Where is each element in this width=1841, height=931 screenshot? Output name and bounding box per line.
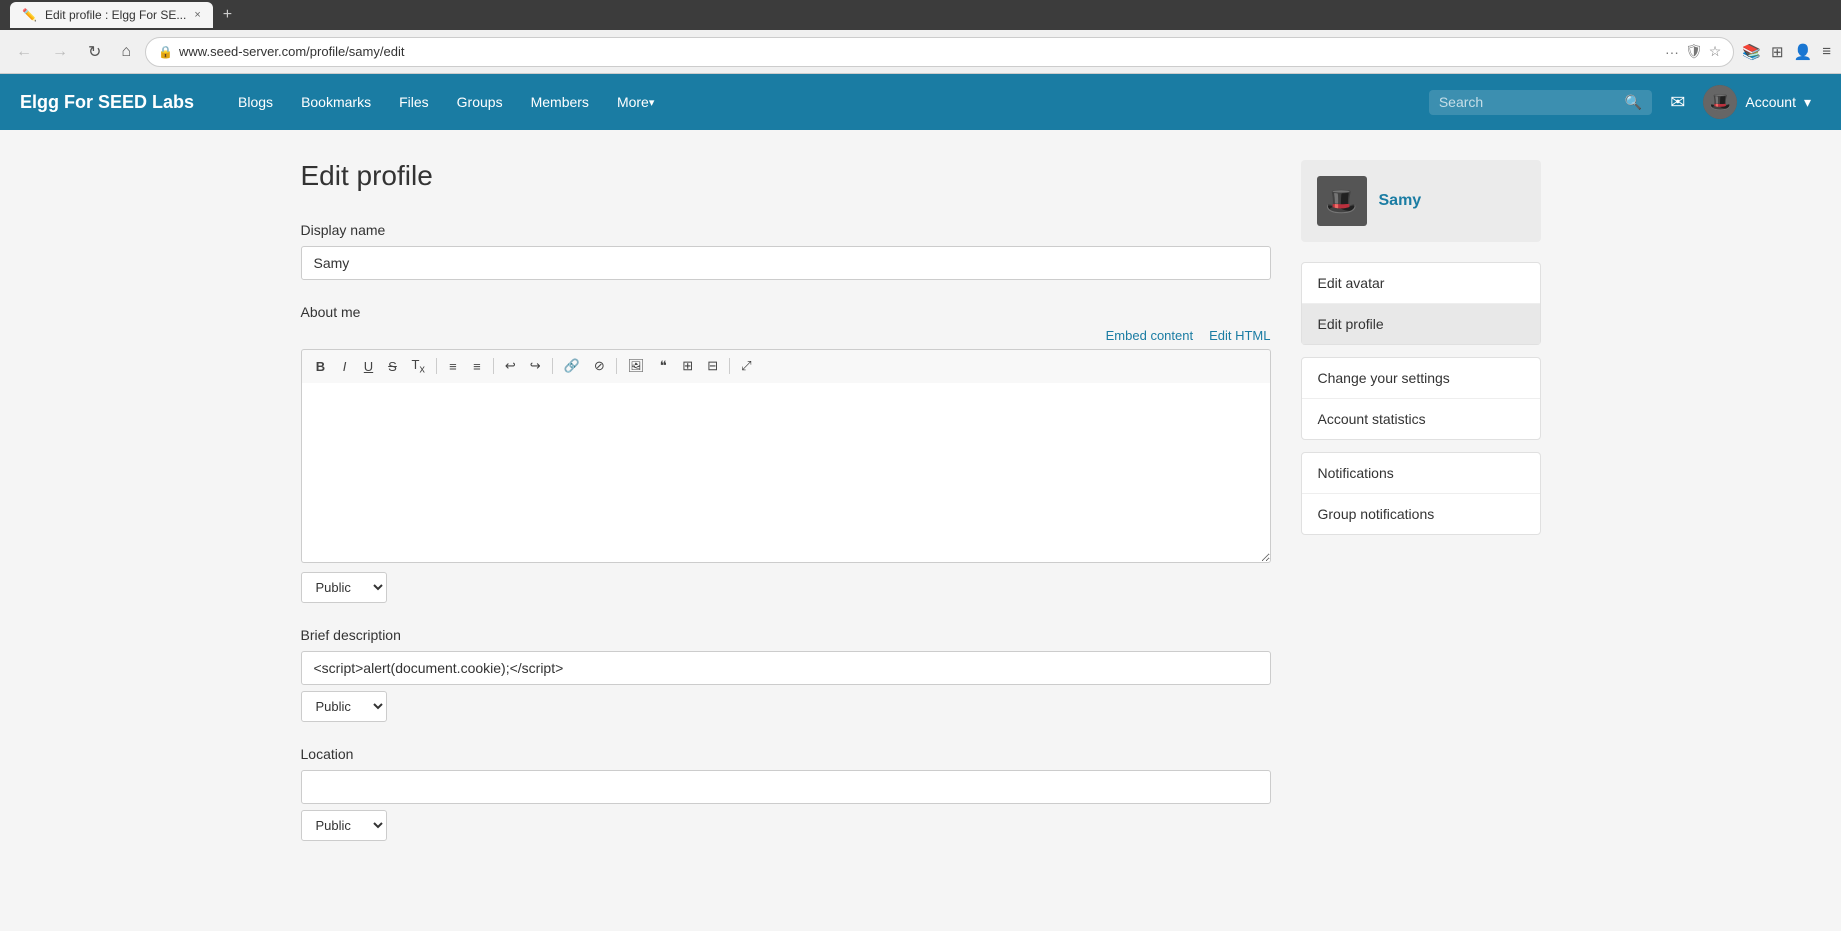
refresh-button[interactable]: ↻ — [82, 38, 107, 66]
search-input[interactable] — [1439, 94, 1619, 110]
nav-members[interactable]: Members — [517, 74, 603, 130]
sidebar-notifications-menu: Notifications Group notifications — [1301, 452, 1541, 535]
sidebar-edit-avatar[interactable]: Edit avatar — [1302, 263, 1540, 304]
location-input[interactable] — [301, 770, 1271, 804]
toolbar-right: 📚 ⊞ 👤 ≡ — [1742, 43, 1831, 61]
split-view-icon[interactable]: ⊞ — [1771, 43, 1784, 61]
site-title[interactable]: Elgg For SEED Labs — [20, 92, 194, 113]
shield-icon: 🛡 — [1685, 43, 1703, 60]
browser-toolbar: ← → ↻ ⌂ 🔒 www.seed-server.com/profile/sa… — [0, 30, 1841, 74]
display-name-label: Display name — [301, 222, 1271, 238]
sidebar-notifications[interactable]: Notifications — [1302, 453, 1540, 494]
home-button[interactable]: ⌂ — [115, 39, 137, 65]
embed-content-link[interactable]: Embed content — [1106, 328, 1193, 343]
brief-description-group: Brief description Public Friends Private — [301, 627, 1271, 722]
main-content: Edit profile Display name About me Embed… — [271, 160, 1571, 865]
sidebar-edit-profile[interactable]: Edit profile — [1302, 304, 1540, 344]
brief-description-visibility-select[interactable]: Public Friends Private — [301, 691, 387, 722]
location-group: Location Public Friends Private — [301, 746, 1271, 841]
nav-bookmarks[interactable]: Bookmarks — [287, 74, 385, 130]
browser-tab[interactable]: ✏️ Edit profile : Elgg For SE... × — [10, 2, 213, 28]
nav-groups[interactable]: Groups — [443, 74, 517, 130]
sidebar-group-notifications[interactable]: Group notifications — [1302, 494, 1540, 534]
toolbar-separator-5 — [729, 358, 730, 374]
about-me-label: About me — [301, 304, 1271, 320]
nav-blogs[interactable]: Blogs — [224, 74, 287, 130]
sidebar: 🎩 Samy Edit avatar Edit profile Change y… — [1301, 160, 1541, 535]
page-title: Edit profile — [301, 160, 1271, 192]
browser-chrome: ✏️ Edit profile : Elgg For SE... × + — [0, 0, 1841, 30]
display-name-group: Display name — [301, 222, 1271, 280]
mail-icon[interactable]: ✉ — [1670, 92, 1685, 113]
location-label: Location — [301, 746, 1271, 762]
ordered-list-button[interactable]: ≡ — [442, 356, 464, 377]
account-arrow-icon: ▾ — [1804, 94, 1811, 111]
about-me-editor[interactable] — [301, 383, 1271, 563]
top-navigation: Elgg For SEED Labs Blogs Bookmarks Files… — [0, 74, 1841, 130]
url-text: www.seed-server.com/profile/samy/edit — [179, 44, 1659, 59]
new-tab-button[interactable]: + — [223, 6, 232, 24]
library-icon[interactable]: 📚 — [1742, 43, 1761, 61]
link-button[interactable]: 🔗 — [558, 355, 586, 377]
security-icon: 🔒 — [158, 45, 173, 59]
edit-html-link[interactable]: Edit HTML — [1209, 328, 1270, 343]
blockquote-button[interactable]: ❝ — [652, 355, 674, 377]
browser-tab-favicon: ✏️ — [22, 8, 37, 22]
underline-button[interactable]: U — [358, 356, 380, 377]
star-icon[interactable]: ☆ — [1709, 43, 1722, 60]
unordered-list-button[interactable]: ≡ — [466, 356, 488, 377]
browser-tab-title: Edit profile : Elgg For SE... — [45, 8, 186, 22]
brief-description-input[interactable] — [301, 651, 1271, 685]
sidebar-edit-menu: Edit avatar Edit profile — [1301, 262, 1541, 345]
table-delete-button[interactable]: ⊟ — [701, 355, 724, 377]
sidebar-avatar: 🎩 — [1317, 176, 1367, 226]
about-me-group: About me Embed content Edit HTML B I U S… — [301, 304, 1271, 603]
about-me-links: Embed content Edit HTML — [301, 328, 1271, 343]
nav-files[interactable]: Files — [385, 74, 443, 130]
avatar: 🎩 — [1703, 85, 1737, 119]
toolbar-separator-1 — [436, 358, 437, 374]
nav-items: Blogs Bookmarks Files Groups Members Mor… — [224, 74, 1419, 130]
display-name-input[interactable] — [301, 246, 1271, 280]
brief-description-label: Brief description — [301, 627, 1271, 643]
account-label: Account — [1745, 94, 1796, 110]
editor-toolbar: B I U S Tx ≡ ≡ ↩ ↪ 🔗 ⊘ 🖼 ❝ ⊞ ⊟ ⤢ — [301, 349, 1271, 383]
account-menu[interactable]: 🎩 Account ▾ — [1693, 85, 1821, 119]
sidebar-account-statistics[interactable]: Account statistics — [1302, 399, 1540, 439]
search-bar[interactable]: 🔍 — [1429, 90, 1652, 115]
clear-format-button[interactable]: Tx — [406, 354, 431, 379]
unlink-button[interactable]: ⊘ — [588, 355, 611, 377]
nav-more[interactable]: More — [603, 74, 668, 130]
sidebar-change-settings[interactable]: Change your settings — [1302, 358, 1540, 399]
image-button[interactable]: 🖼 — [622, 355, 651, 377]
table-insert-button[interactable]: ⊞ — [676, 355, 699, 377]
sidebar-username[interactable]: Samy — [1379, 192, 1422, 210]
menu-icon[interactable]: ≡ — [1822, 43, 1831, 60]
avatar-image: 🎩 — [1703, 85, 1737, 119]
search-icon[interactable]: 🔍 — [1625, 94, 1642, 111]
sidebar-profile-card: 🎩 Samy — [1301, 160, 1541, 242]
edit-profile-form: Edit profile Display name About me Embed… — [301, 160, 1271, 865]
profile-icon[interactable]: 👤 — [1794, 43, 1813, 61]
address-bar[interactable]: 🔒 www.seed-server.com/profile/samy/edit … — [145, 37, 1734, 67]
location-visibility-select[interactable]: Public Friends Private — [301, 810, 387, 841]
italic-button[interactable]: I — [334, 356, 356, 377]
forward-button[interactable]: → — [46, 39, 74, 65]
fullscreen-button[interactable]: ⤢ — [735, 355, 757, 377]
toolbar-separator-2 — [493, 358, 494, 374]
bold-button[interactable]: B — [310, 356, 332, 377]
redo-button[interactable]: ↪ — [524, 355, 547, 377]
sidebar-settings-menu: Change your settings Account statistics — [1301, 357, 1541, 440]
back-button[interactable]: ← — [10, 39, 38, 65]
about-me-visibility-select[interactable]: Public Friends Private — [301, 572, 387, 603]
toolbar-separator-4 — [616, 358, 617, 374]
undo-button[interactable]: ↩ — [499, 355, 522, 377]
address-bar-actions: ··· 🛡 ☆ — [1665, 43, 1721, 60]
tab-close-button[interactable]: × — [194, 9, 200, 21]
strikethrough-button[interactable]: S — [382, 356, 404, 377]
toolbar-separator-3 — [552, 358, 553, 374]
more-options-icon[interactable]: ··· — [1665, 44, 1679, 60]
